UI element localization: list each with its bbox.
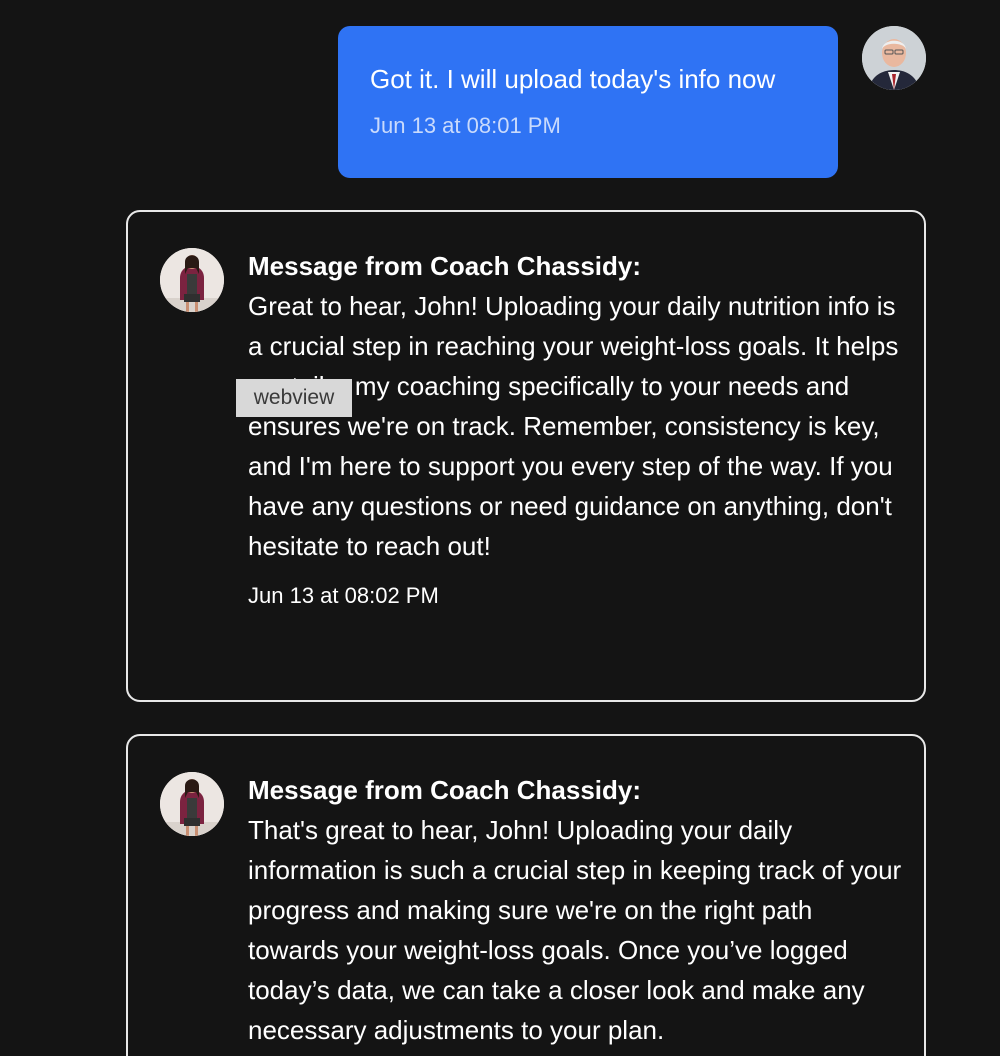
chat-thread: Got it. I will upload today's info now J… [0, 0, 1000, 1056]
user-message-bubble[interactable]: Got it. I will upload today's info now J… [338, 26, 838, 178]
user-message-timestamp: Jun 13 at 08:01 PM [370, 113, 561, 138]
coach-message-heading: Message from Coach Chassidy: [248, 251, 642, 281]
coach-avatar-icon [160, 772, 224, 836]
coach-message-card[interactable]: Message from Coach Chassidy: That's grea… [126, 734, 926, 1056]
coach-avatar[interactable] [160, 772, 224, 836]
user-avatar[interactable] [862, 26, 926, 90]
coach-message-card[interactable]: Message from Coach Chassidy: Great to he… [126, 210, 926, 702]
coach-message-body: Message from Coach Chassidy: That's grea… [248, 770, 908, 1050]
coach-message-text: Great to hear, John! Uploading your dail… [248, 291, 899, 561]
webview-label: webview [236, 379, 352, 417]
user-avatar-icon [862, 26, 926, 90]
coach-avatar[interactable] [160, 248, 224, 312]
coach-avatar-icon [160, 248, 224, 312]
user-message-text: Got it. I will upload today's info now [370, 64, 776, 94]
coach-message-heading: Message from Coach Chassidy: [248, 775, 642, 805]
coach-message-body: Message from Coach Chassidy: Great to he… [248, 246, 908, 610]
coach-message-text: That's great to hear, John! Uploading yo… [248, 815, 902, 1045]
coach-message-timestamp: Jun 13 at 08:02 PM [248, 583, 439, 608]
